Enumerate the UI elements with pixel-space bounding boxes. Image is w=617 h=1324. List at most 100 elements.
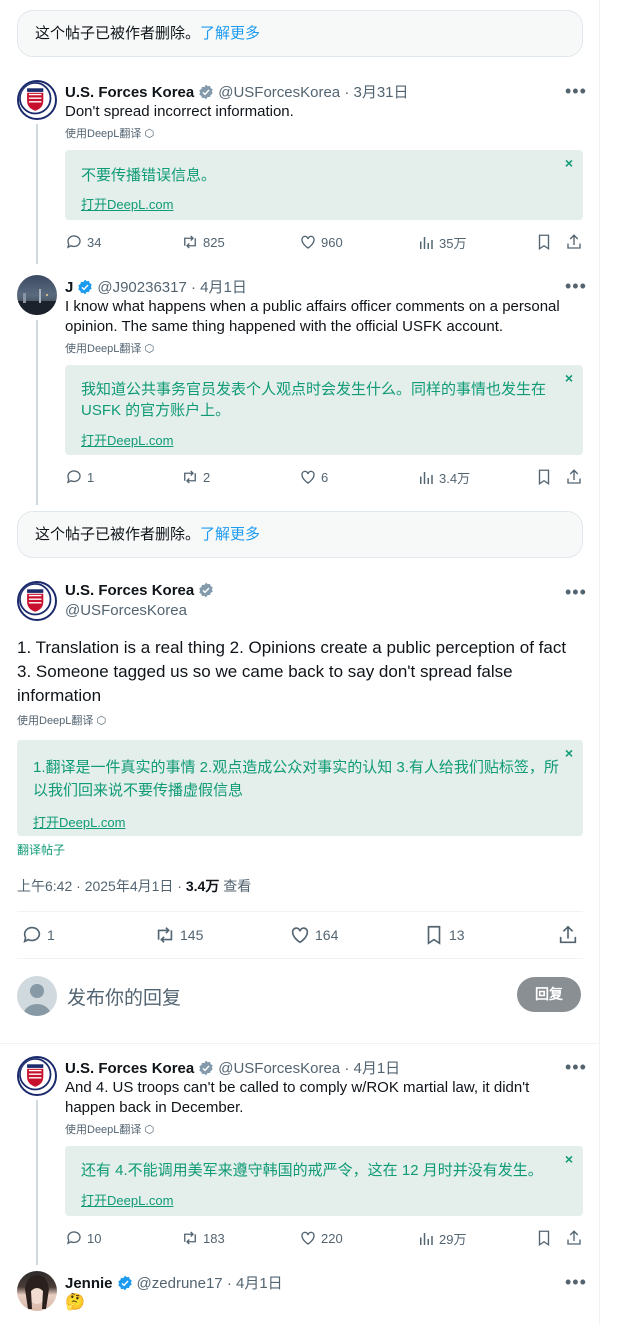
views-icon bbox=[420, 471, 433, 484]
translate-post-link[interactable]: 翻译帖子 bbox=[17, 841, 65, 858]
open-deepl-link[interactable]: 打开DeepL.com bbox=[81, 1190, 173, 1209]
more-options-icon[interactable]: ••• bbox=[565, 277, 587, 295]
user-avatar-jennie[interactable] bbox=[17, 1271, 57, 1311]
usfk-avatar[interactable] bbox=[17, 80, 57, 120]
deepl-icon: ⬡ bbox=[144, 1124, 155, 1136]
author-handle[interactable]: @zedrune17 bbox=[137, 1275, 223, 1292]
post-text-line-1: I know what happens when a public affair… bbox=[65, 298, 560, 315]
current-user-avatar[interactable] bbox=[17, 976, 57, 1016]
divider bbox=[0, 1043, 600, 1044]
repost-icon bbox=[184, 470, 196, 484]
portrait-image bbox=[25, 1275, 49, 1309]
close-translation-icon[interactable]: × bbox=[565, 370, 573, 386]
open-deepl-link[interactable]: 打开DeepL.com bbox=[81, 430, 173, 449]
author-handle[interactable]: @USForcesKorea bbox=[218, 1060, 340, 1077]
repost-count: 145 bbox=[180, 927, 204, 943]
translate-with-deepl[interactable]: 使用DeepL翻译 ⬡ bbox=[65, 125, 154, 141]
share-icon bbox=[567, 234, 581, 249]
post-timestamp: 上午6:42 · 2025年4月1日 · 3.4万 查看 bbox=[17, 876, 251, 896]
translate-with-deepl[interactable]: 使用DeepL翻译 ⬡ bbox=[17, 712, 106, 728]
post-date[interactable]: · 3月31日 bbox=[344, 84, 408, 101]
repost-button[interactable]: 145 bbox=[154, 924, 203, 946]
share-button[interactable] bbox=[565, 1229, 583, 1247]
translate-with-deepl[interactable]: 使用DeepL翻译 ⬡ bbox=[65, 1121, 154, 1137]
close-translation-icon[interactable]: × bbox=[565, 1151, 573, 1167]
more-options-icon[interactable]: ••• bbox=[565, 1058, 587, 1076]
author-name[interactable]: Jennie bbox=[65, 1275, 113, 1292]
post-date[interactable]: · 4月1日 bbox=[191, 279, 247, 296]
close-translation-icon[interactable]: × bbox=[565, 155, 573, 171]
usfk-avatar[interactable] bbox=[17, 581, 57, 621]
views-button[interactable]: 29万 bbox=[417, 1229, 466, 1248]
learn-more-link[interactable]: 了解更多 bbox=[200, 25, 260, 42]
reply-button[interactable]: 1 bbox=[65, 468, 94, 486]
post-text-line-2: opinion. The same thing happened with th… bbox=[65, 318, 504, 335]
like-button[interactable]: 220 bbox=[299, 1229, 343, 1247]
bookmark-button[interactable] bbox=[535, 1229, 553, 1247]
reply-button[interactable]: 34 bbox=[65, 233, 101, 251]
author-name[interactable]: U.S. Forces Korea bbox=[65, 84, 194, 101]
repost-count: 825 bbox=[203, 234, 225, 250]
heart-icon bbox=[301, 235, 315, 249]
open-deepl-link[interactable]: 打开DeepL.com bbox=[81, 194, 173, 213]
translate-with-deepl[interactable]: 使用DeepL翻译 ⬡ bbox=[65, 340, 154, 356]
thread-line bbox=[36, 320, 38, 505]
more-options-icon[interactable]: ••• bbox=[565, 1273, 587, 1291]
timestamp-text[interactable]: 上午6:42 · 2025年4月1日 · bbox=[17, 878, 186, 894]
usfk-avatar[interactable] bbox=[17, 1056, 57, 1096]
share-button[interactable] bbox=[557, 924, 579, 946]
bookmark-button[interactable] bbox=[535, 233, 553, 251]
bookmark-button[interactable]: 13 bbox=[423, 924, 465, 946]
translation-text-line-1: 我知道公共事务官员发表个人观点时会发生什么。同样的事情也发生在 bbox=[81, 381, 547, 398]
reply-count: 10 bbox=[87, 1230, 102, 1246]
bookmark-icon bbox=[538, 469, 550, 486]
views-label: 查看 bbox=[219, 878, 252, 894]
like-count: 164 bbox=[315, 927, 339, 943]
usfk-seal-icon bbox=[19, 82, 52, 115]
learn-more-link[interactable]: 了解更多 bbox=[200, 526, 260, 543]
translation-box: × 1.翻译是一件真实的事情 2.观点造成公众对事实的认知 3.有人给我们贴标签… bbox=[17, 740, 583, 836]
views-button[interactable]: 35万 bbox=[417, 233, 466, 252]
more-options-icon[interactable]: ••• bbox=[565, 82, 587, 100]
share-button[interactable] bbox=[565, 233, 583, 251]
repost-button[interactable]: 2 bbox=[181, 468, 210, 486]
author-handle[interactable]: @J90236317 bbox=[97, 279, 186, 296]
post-text-emoji: 🤔 bbox=[65, 1294, 85, 1311]
deleted-post-notice: 这个帖子已被作者删除。了解更多 bbox=[17, 10, 583, 57]
author-name[interactable]: J bbox=[65, 279, 73, 296]
bookmark-button[interactable] bbox=[535, 468, 553, 486]
share-icon bbox=[559, 925, 577, 944]
reply-icon bbox=[66, 470, 81, 484]
reply-input[interactable]: 发布你的回复 bbox=[67, 983, 181, 1010]
repost-icon bbox=[184, 1231, 196, 1245]
post-date[interactable]: · 4月1日 bbox=[344, 1060, 400, 1077]
post-date[interactable]: · 4月1日 bbox=[227, 1275, 283, 1292]
like-count: 220 bbox=[321, 1230, 343, 1246]
views-button[interactable]: 3.4万 bbox=[417, 468, 470, 487]
close-translation-icon[interactable]: × bbox=[565, 745, 573, 761]
post-text-line-1: And 4. US troops can't be called to comp… bbox=[65, 1079, 530, 1096]
author-name[interactable]: U.S. Forces Korea bbox=[65, 1060, 194, 1077]
share-button[interactable] bbox=[565, 468, 583, 486]
like-button[interactable]: 164 bbox=[289, 924, 338, 946]
open-deepl-link[interactable]: 打开DeepL.com bbox=[33, 812, 125, 831]
divider bbox=[17, 911, 583, 912]
more-options-icon[interactable]: ••• bbox=[565, 583, 587, 601]
reply-count: 1 bbox=[87, 469, 95, 485]
author-handle[interactable]: @USForcesKorea bbox=[65, 602, 187, 619]
repost-button[interactable]: 825 bbox=[181, 233, 225, 251]
repost-icon bbox=[184, 235, 196, 249]
reply-button[interactable]: 1 bbox=[21, 924, 55, 946]
reply-button[interactable]: 10 bbox=[65, 1229, 101, 1247]
reply-submit-button[interactable]: 回复 bbox=[517, 977, 581, 1012]
like-button[interactable]: 960 bbox=[299, 233, 343, 251]
author-handle[interactable]: @USForcesKorea bbox=[218, 84, 340, 101]
like-button[interactable]: 6 bbox=[299, 468, 328, 486]
translation-text: 还有 4.不能调用美军来遵守韩国的戒严令，这在 12 月时并没有发生。 bbox=[81, 1162, 543, 1179]
deleted-notice-text: 这个帖子已被作者删除。 bbox=[35, 526, 201, 543]
user-avatar-j[interactable] bbox=[17, 275, 57, 315]
author-name[interactable]: U.S. Forces Korea bbox=[65, 582, 194, 599]
repost-button[interactable]: 183 bbox=[181, 1229, 225, 1247]
translation-text-line-2: USFK 的官方账户上。 bbox=[81, 402, 231, 419]
reply-icon bbox=[66, 235, 81, 249]
